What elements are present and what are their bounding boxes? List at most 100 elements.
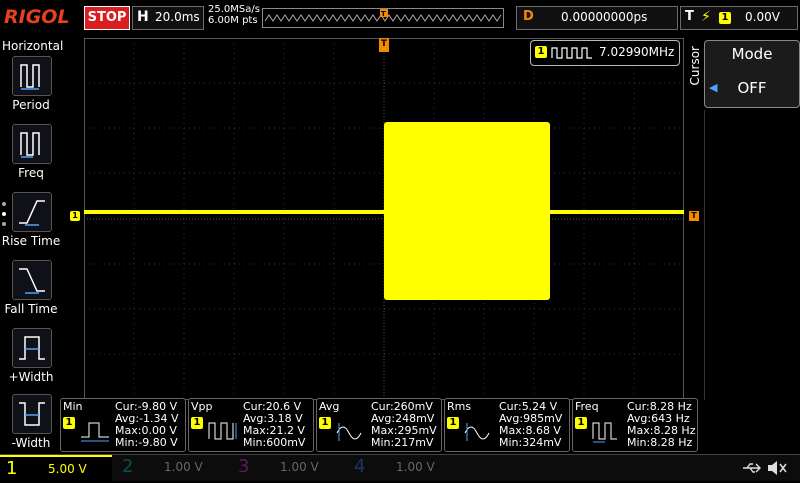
memory-depth: 6.00M pts — [208, 15, 258, 26]
waveform-display[interactable] — [84, 38, 684, 400]
measure-name: Avg — [319, 400, 340, 413]
freq-measure-icon — [592, 422, 617, 443]
channel-2-number: 2 — [122, 456, 134, 477]
vpp-icon — [208, 422, 237, 440]
menu-label-neg-width: -Width — [11, 436, 51, 450]
freq-icon — [12, 124, 52, 164]
trigger-source-badge: 1 — [719, 12, 731, 24]
panel-divider — [704, 110, 799, 400]
horizontal-key: H — [137, 9, 149, 25]
delay-key: D — [523, 9, 534, 24]
sample-rate: 25.0MSa/s — [208, 4, 260, 15]
channel-4-tab[interactable]: 4 1.00 V — [348, 455, 460, 481]
measurement-panel: Min 1 Cur:-9.80 V Avg:-1.34 V Max:0.00 V… — [60, 398, 700, 452]
ch1-burst — [384, 122, 550, 300]
rigol-logo: RIGOL — [4, 6, 70, 28]
ch1-trace-left — [84, 210, 384, 214]
ch1-offset-marker[interactable]: 1 — [70, 211, 80, 221]
menu-title: Horizontal — [2, 39, 64, 53]
cursor-panel-label: Cursor — [688, 46, 702, 86]
menu-label-pos-width: +Width — [8, 370, 54, 384]
neg-width-icon — [12, 394, 52, 434]
page-dot — [2, 222, 6, 226]
trigger-box[interactable]: T ⚡ 1 0.00V — [680, 6, 798, 30]
measure-name: Freq — [575, 400, 599, 413]
run-stop-indicator[interactable]: STOP — [84, 6, 130, 30]
avg-icon — [336, 423, 362, 441]
ch1-trace-right — [550, 210, 684, 214]
menu-label-freq: Freq — [18, 166, 44, 180]
measure-name: Rms — [447, 400, 472, 413]
channel-4-number: 4 — [354, 456, 366, 477]
min-icon — [81, 422, 109, 442]
measure-rms[interactable]: Rms 1 Cur:5.24 V Avg:985mV Max:8.68 V Mi… — [444, 398, 570, 452]
pos-width-icon — [12, 328, 52, 368]
delay-value: 0.00000000ps — [561, 10, 648, 24]
acquisition-info: 25.0MSa/s 6.00M pts — [208, 4, 260, 26]
menu-label-fall-time: Fall Time — [4, 302, 58, 316]
waveform-svg — [84, 38, 684, 400]
freq-counter-value: 7.02990MHz — [599, 45, 675, 59]
measure-channel-badge: 1 — [191, 417, 203, 429]
measure-freq[interactable]: Freq 1 Cur:8.28 Hz Avg:643 Hz Max:8.28 H… — [572, 398, 698, 452]
trigger-position-marker[interactable]: T — [379, 38, 389, 52]
speaker-muted-icon[interactable] — [766, 459, 788, 477]
menu-item-fall-time[interactable]: Fall Time — [0, 260, 62, 326]
horizontal-measure-menu: Horizontal Period Freq Rise Time Fall Ti… — [0, 36, 64, 454]
top-status-bar: RIGOL STOP H 20.0ms 25.0MSa/s 6.00M pts … — [0, 0, 800, 36]
measure-avg[interactable]: Avg 1 Cur:260mV Avg:248mV Max:295mV Min:… — [316, 398, 442, 452]
measure-channel-badge: 1 — [447, 417, 459, 429]
channel-2-scale: 1.00 V — [164, 460, 203, 474]
menu-label-period: Period — [12, 98, 50, 112]
channel-3-tab[interactable]: 3 1.00 V — [232, 455, 344, 481]
square-wave-icon — [551, 47, 592, 59]
menu-item-rise-time[interactable]: Rise Time — [0, 192, 62, 258]
rise-time-icon — [12, 192, 52, 232]
menu-item-neg-width[interactable]: -Width — [0, 394, 62, 460]
rms-icon — [464, 423, 490, 441]
trigger-level: 0.00V — [745, 10, 780, 24]
usb-icon — [743, 463, 761, 473]
cursor-mode-value: OFF — [737, 79, 767, 97]
channel-2-tab[interactable]: 2 1.00 V — [116, 455, 228, 481]
measure-min-val: Min:-9.80 V — [115, 436, 178, 449]
timebase-value: 20.0ms — [155, 10, 200, 24]
menu-label-rise-time: Rise Time — [1, 234, 61, 248]
memory-position-strip[interactable]: T — [262, 8, 504, 28]
measure-min-val: Min:217mV — [371, 436, 434, 449]
measure-name: Vpp — [191, 400, 213, 413]
freq-counter-channel: 1 — [535, 46, 547, 58]
cursor-panel: Cursor Mode ◀ OFF — [684, 36, 800, 404]
channel-1-tab[interactable]: 1 5.00 V — [0, 455, 112, 483]
svg-text:T: T — [381, 10, 386, 18]
horizontal-timebase-box[interactable]: H 20.0ms — [132, 6, 204, 30]
rising-edge-icon: ⚡ — [701, 9, 711, 25]
measure-vpp[interactable]: Vpp 1 Cur:20.6 V Avg:3.18 V Max:21.2 V M… — [188, 398, 314, 452]
menu-item-period[interactable]: Period — [0, 56, 62, 122]
measure-min-val: Min:324mV — [499, 436, 562, 449]
channel-3-number: 3 — [238, 456, 250, 477]
measure-channel-badge: 1 — [63, 417, 75, 429]
menu-item-pos-width[interactable]: +Width — [0, 328, 62, 394]
channel-1-scale: 5.00 V — [48, 462, 87, 476]
channel-bar: 1 5.00 V 2 1.00 V 3 1.00 V 4 1.00 V — [0, 454, 800, 483]
page-dot — [2, 202, 6, 206]
cursor-mode-title: Mode — [731, 45, 773, 63]
fall-time-icon — [12, 260, 52, 300]
page-dot-active — [2, 212, 6, 216]
measure-min[interactable]: Min 1 Cur:-9.80 V Avg:-1.34 V Max:0.00 V… — [60, 398, 186, 452]
measure-min-val: Min:8.28 Hz — [627, 436, 693, 449]
channel-3-scale: 1.00 V — [280, 460, 319, 474]
measure-min-val: Min:600mV — [243, 436, 306, 449]
measure-name: Min — [63, 400, 83, 413]
measure-channel-badge: 1 — [319, 417, 331, 429]
menu-item-freq[interactable]: Freq — [0, 124, 62, 190]
trigger-key: T — [685, 9, 694, 24]
memory-strip-graphic: T — [264, 9, 502, 22]
frequency-counter: 1 7.02990MHz — [530, 40, 680, 66]
cursor-mode-button[interactable]: Mode ◀ OFF — [704, 40, 800, 108]
period-icon — [12, 56, 52, 96]
channel-1-number: 1 — [6, 458, 18, 479]
channel-4-scale: 1.00 V — [396, 460, 435, 474]
delay-box[interactable]: D 0.00000000ps — [516, 6, 678, 30]
